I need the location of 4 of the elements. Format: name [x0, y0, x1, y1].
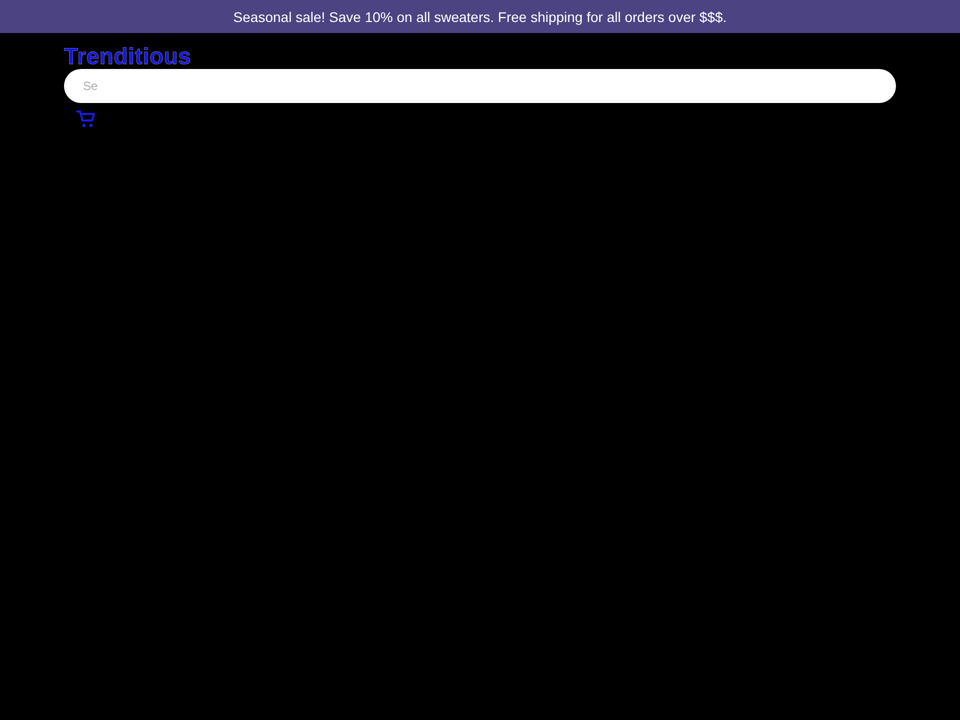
- announcement-text: Seasonal sale! Save 10% on all sweaters. Free shipping for all orders over $$$.: [233, 8, 727, 24]
- store-logo[interactable]: Trenditious: [64, 43, 192, 69]
- search-field[interactable]: Se: [64, 69, 896, 103]
- cart-icon[interactable]: [76, 110, 96, 128]
